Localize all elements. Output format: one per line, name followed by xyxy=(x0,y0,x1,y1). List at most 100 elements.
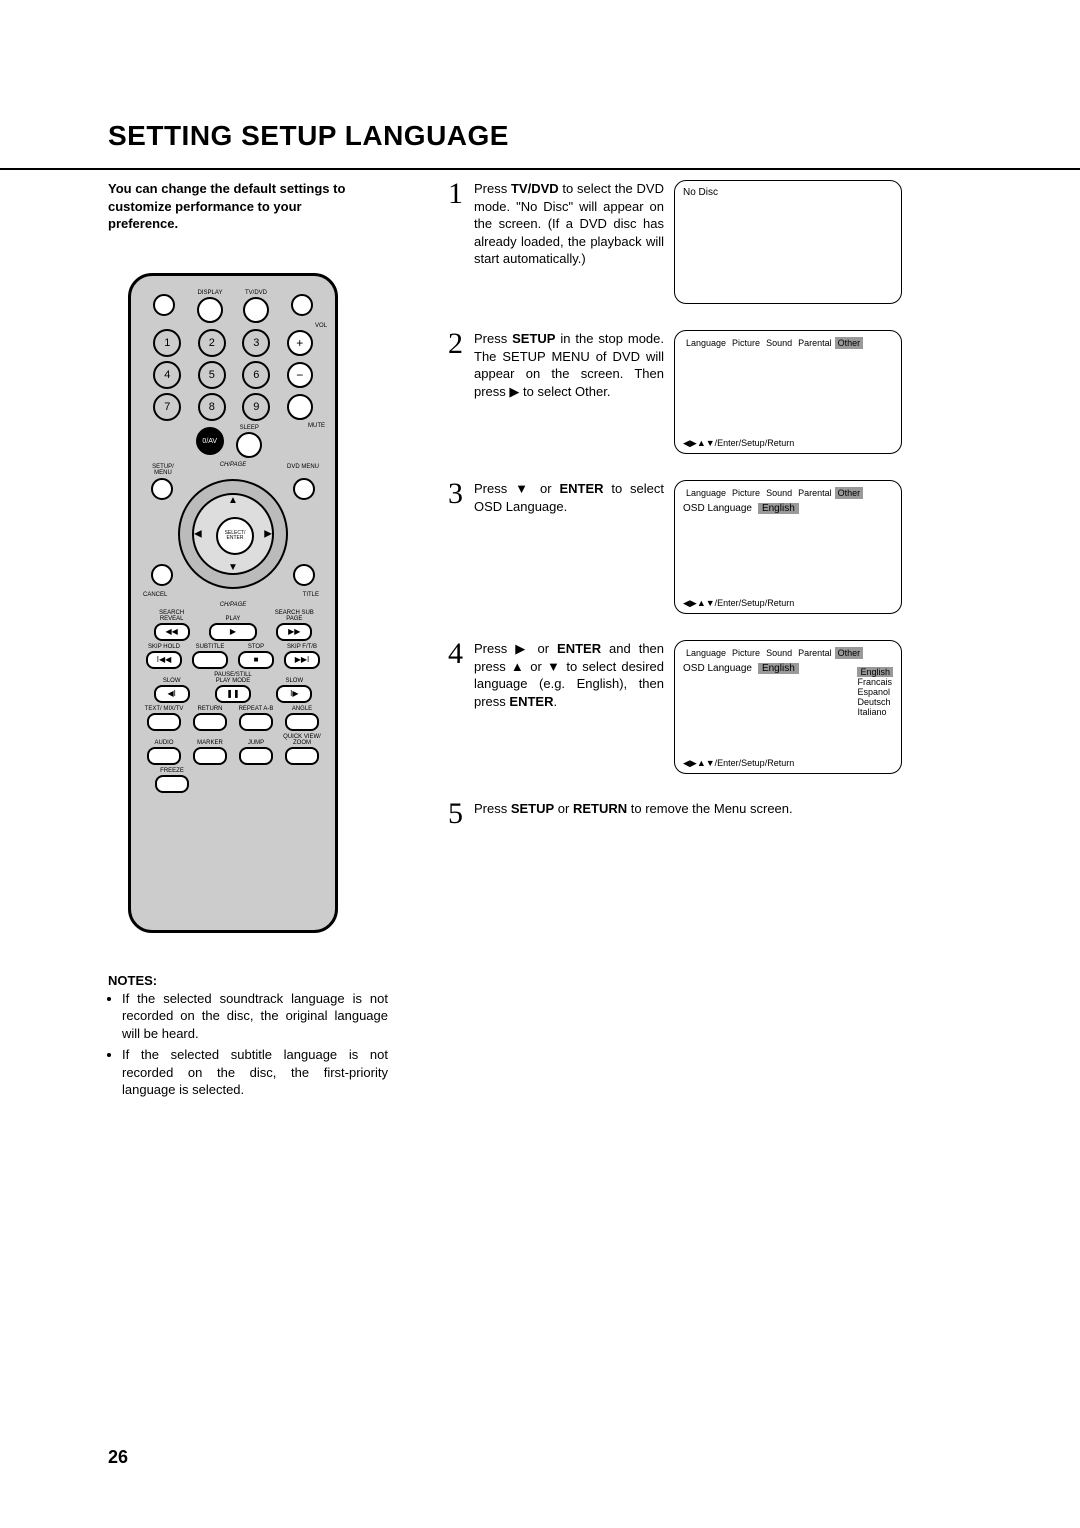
menu-tab: Other xyxy=(835,337,864,349)
vol-up-button: + xyxy=(287,330,313,356)
num-2: 2 xyxy=(198,329,226,357)
divider xyxy=(0,168,1080,170)
tvdvd-button xyxy=(243,297,269,323)
search-subpage-label: SEARCH SUB PAGE xyxy=(273,610,315,622)
menu-tab: Other xyxy=(835,647,864,659)
step-number: 1 xyxy=(448,180,474,304)
dpad: SELECT/ ENTER ▲ ▼ ◀ ▶ xyxy=(178,479,288,589)
zero-av-button: 0/AV xyxy=(196,427,224,455)
menu-tab: Picture xyxy=(729,647,763,659)
quickview-button xyxy=(285,747,319,765)
step-text: Press ▶ or ENTER and then press ▲ or ▼ t… xyxy=(474,640,674,774)
return-button xyxy=(193,713,227,731)
jump-label: JUMP xyxy=(248,740,264,746)
freeze-button xyxy=(155,775,189,793)
mute-button xyxy=(287,394,313,420)
title-label: TITLE xyxy=(303,592,319,598)
right-arrow-icon: ▶ xyxy=(264,528,272,539)
sleep-label: SLEEP xyxy=(240,425,259,431)
step-text: Press TV/DVD to select the DVD mode. "No… xyxy=(474,180,674,304)
stop-button: ■ xyxy=(238,651,274,669)
slow-back-button: ◀I xyxy=(154,685,190,703)
menu-tab: Parental xyxy=(795,647,835,659)
num-1: 1 xyxy=(153,329,181,357)
step-number: 2 xyxy=(448,330,474,454)
subtitle-button xyxy=(192,651,228,669)
step-text: Press ▼ or ENTER to select OSD Language. xyxy=(474,480,674,614)
text-mix-button xyxy=(147,713,181,731)
step-2: 2Press SETUP in the stop mode. The SETUP… xyxy=(448,330,1000,454)
skip-back-button: I◀◀ xyxy=(146,651,182,669)
step-number: 4 xyxy=(448,640,474,774)
skip-fwd-button: ▶▶I xyxy=(284,651,320,669)
repeat-label: REPEAT A-B xyxy=(239,706,274,712)
left-arrow-icon: ◀ xyxy=(194,528,202,539)
audio-button xyxy=(147,747,181,765)
num-8: 8 xyxy=(198,393,226,421)
pause-button: ❚❚ xyxy=(215,685,251,703)
skip-ftb-label: SKIP F/T/B xyxy=(287,644,317,650)
num-6: 6 xyxy=(242,361,270,389)
menu-tab: Sound xyxy=(763,647,795,659)
step-4: 4Press ▶ or ENTER and then press ▲ or ▼ … xyxy=(448,640,1000,774)
page-number: 26 xyxy=(108,1447,128,1468)
display-button xyxy=(197,297,223,323)
step-3: 3Press ▼ or ENTER to select OSD Language… xyxy=(448,480,1000,614)
slow-fwd-button: I▶ xyxy=(276,685,312,703)
step-number: 5 xyxy=(448,800,474,827)
screen-mockup: LanguagePictureSoundParentalOtherOSD Lan… xyxy=(674,640,902,774)
intro-text: You can change the default settings to c… xyxy=(108,180,368,233)
notes-title: NOTES: xyxy=(108,973,388,988)
marker-button xyxy=(193,747,227,765)
screen-text: No Disc xyxy=(683,187,893,198)
return-label: RETURN xyxy=(198,706,223,712)
menu-tab: Parental xyxy=(795,337,835,349)
angle-button xyxy=(285,713,319,731)
stop-label: STOP xyxy=(248,644,264,650)
menu-tab: Sound xyxy=(763,337,795,349)
step-text: Press SETUP in the stop mode. The SETUP … xyxy=(474,330,674,454)
menu-tab: Sound xyxy=(763,487,795,499)
cancel-button xyxy=(151,564,173,586)
ch-page-up-label: CH/PAGE xyxy=(220,462,247,468)
dvd-menu-button xyxy=(293,478,315,500)
ff-button: ▶▶ xyxy=(276,623,312,641)
subtitle-label: SUBTITLE xyxy=(196,644,225,650)
rew-button: ◀◀ xyxy=(154,623,190,641)
dvd-menu-label: DVD MENU xyxy=(283,464,323,470)
display-label: DISPLAY xyxy=(198,290,223,296)
menu-tab: Picture xyxy=(729,487,763,499)
menu-tab: Other xyxy=(835,487,864,499)
page-title: SETTING SETUP LANGUAGE xyxy=(108,120,1000,152)
audio-label: AUDIO xyxy=(154,740,173,746)
mute-label: MUTE xyxy=(308,423,325,429)
vol-down-button: − xyxy=(287,362,313,388)
screen-mockup: LanguagePictureSoundParentalOther◀▶▲▼/En… xyxy=(674,330,902,454)
step-5: 5Press SETUP or RETURN to remove the Men… xyxy=(448,800,1000,827)
language-list: EnglishFrancaisEspanolDeutschItaliano xyxy=(857,667,893,717)
pause-label: PAUSE/STILL PLAY MODE xyxy=(212,672,254,684)
step-1: 1Press TV/DVD to select the DVD mode. "N… xyxy=(448,180,1000,304)
up-arrow-icon: ▲ xyxy=(228,495,238,506)
slow-r-label: SLOW xyxy=(285,678,303,684)
screen-footer: ◀▶▲▼/Enter/Setup/Return xyxy=(683,438,794,449)
eject-button xyxy=(291,294,313,316)
menu-row: OSD LanguageEnglish xyxy=(683,503,893,514)
note-item: If the selected soundtrack language is n… xyxy=(122,990,388,1043)
jump-button xyxy=(239,747,273,765)
power-button xyxy=(153,294,175,316)
marker-label: MARKER xyxy=(197,740,223,746)
cancel-label: CANCEL xyxy=(143,592,167,598)
menu-tab: Language xyxy=(683,487,729,499)
notes-section: NOTES: If the selected soundtrack langua… xyxy=(108,973,388,1099)
text-mix-label: TEXT/ MIX/TV xyxy=(145,706,184,712)
down-arrow-icon: ▼ xyxy=(228,562,238,573)
skip-hold-label: SKIP HOLD xyxy=(148,644,180,650)
setup-menu-label: SETUP/ MENU xyxy=(143,464,183,476)
sleep-button xyxy=(236,432,262,458)
num-4: 4 xyxy=(153,361,181,389)
vol-label: VOL xyxy=(315,323,327,329)
ch-page-down-label: CH/PAGE xyxy=(220,602,247,608)
menu-tab: Picture xyxy=(729,337,763,349)
tvdvd-label: TV/DVD xyxy=(245,290,267,296)
